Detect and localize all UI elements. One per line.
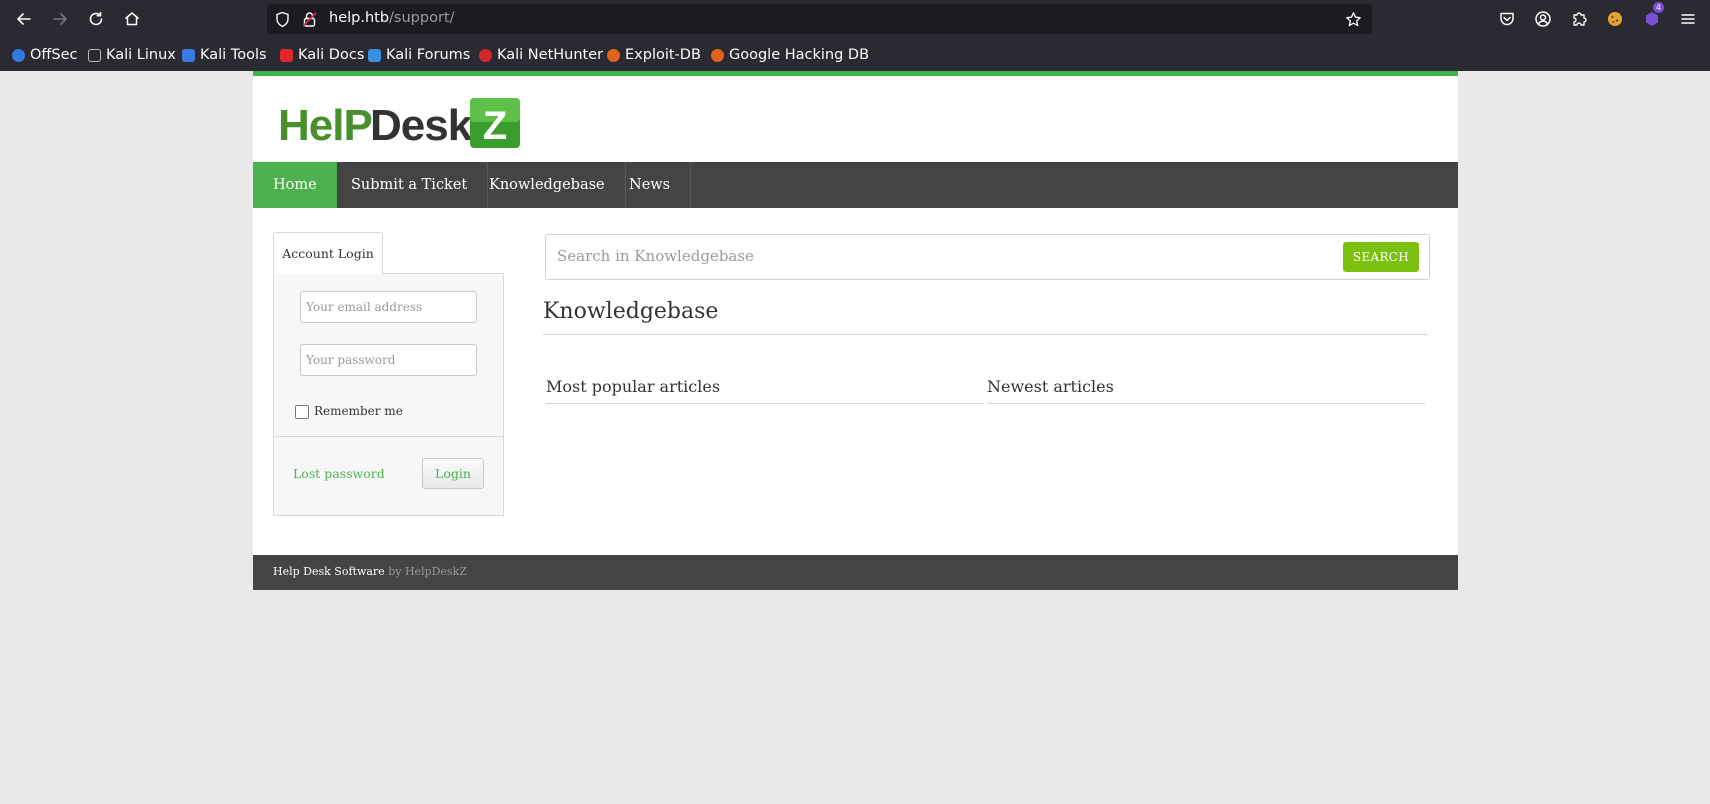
search-button[interactable]: SEARCH [1343,242,1419,272]
bookmark-kali-linux[interactable]: Kali Linux [88,45,176,65]
svg-text:Desk: Desk [370,101,473,150]
account-button[interactable] [1531,7,1555,31]
login-panel: Your email address Your password Remembe… [273,273,504,516]
bookmark-label: Google Hacking DB [729,47,870,63]
home-button[interactable] [120,7,144,31]
bookmark-label: Kali Docs [298,47,365,63]
url-path: /support/ [389,10,455,26]
forward-button[interactable] [48,7,72,31]
shield-icon[interactable] [274,11,291,28]
bookmarks-toolbar: OffSec Kali Linux Kali Tools Kali Docs K… [0,39,1710,71]
page-title: Knowledgebase [543,299,719,324]
lock-icon[interactable] [301,11,318,28]
remember-me-checkbox[interactable] [295,405,309,419]
url-text[interactable]: help.htb/support/ [329,10,455,26]
exploit-db-icon [607,48,620,62]
arrow-left-icon [17,13,31,25]
bookmark-label: Kali Linux [106,47,176,63]
extension-badge-button[interactable]: 4 [1640,2,1664,31]
pocket-icon [1500,12,1514,26]
panel-divider [274,436,503,437]
popular-articles-heading: Most popular articles [546,377,721,396]
puzzle-icon [1573,12,1587,26]
bookmark-label: Exploit-DB [625,47,701,63]
newest-divider [987,403,1425,404]
url-host: help.htb [329,10,390,26]
bookmark-kali-docs[interactable]: Kali Docs [280,45,364,65]
footer-software[interactable]: Help Desk Software [273,565,385,578]
bookmark-kali-tools[interactable]: Kali Tools [182,45,267,65]
title-divider [543,334,1428,335]
nav-home[interactable]: Home [253,162,337,208]
helpdeskz-logo[interactable]: HelP Desk Z [278,96,528,152]
browser-toolbar: help.htb/support/ 4 [0,0,1710,39]
bookmark-google-hacking-db[interactable]: Google Hacking DB [711,45,869,65]
address-bar[interactable]: help.htb/support/ [267,4,1372,34]
password-field[interactable]: Your password [300,344,477,376]
bookmark-offsec[interactable]: OffSec [12,45,78,65]
svg-text:Z: Z [483,104,507,148]
home-icon [125,12,139,26]
extensions-button[interactable] [1567,7,1591,31]
nethunter-icon [479,48,492,62]
menu-button[interactable] [1676,7,1700,31]
nav-knowledgebase[interactable]: Knowledgebase [469,162,626,208]
bookmark-exploit-db[interactable]: Exploit-DB [607,45,701,65]
bookmark-kali-nethunter[interactable]: Kali NetHunter [479,45,603,65]
footer-text: Help Desk Software by HelpDeskZ [273,565,467,578]
bookmark-label: Kali NetHunter [497,47,604,63]
main-nav: Home Submit a Ticket Knowledgebase News [253,162,1458,208]
bookmark-kali-forums[interactable]: Kali Forums [368,45,470,65]
extension-badge: 4 [1653,2,1664,13]
kali-docs-icon [280,48,293,62]
cookie-extension-button[interactable] [1603,7,1627,31]
helpdeskz-logo-image: HelP Desk Z [278,98,520,150]
bookmark-label: OffSec [30,47,78,63]
page-container: HelP Desk Z Home Submit a Ticket Knowled… [253,71,1458,590]
nav-submit-ticket[interactable]: Submit a Ticket [331,162,489,208]
cookie-icon [1608,12,1622,26]
newest-articles-heading: Newest articles [987,377,1114,396]
account-icon [1535,11,1551,27]
kb-search-input[interactable]: Search in Knowledgebase [557,247,754,265]
ghdb-icon [711,48,724,62]
svg-text:HelP: HelP [278,101,372,150]
star-icon[interactable] [1345,11,1362,28]
tab-account-login[interactable]: Account Login [273,232,383,274]
bookmark-label: Kali Tools [200,47,267,63]
pocket-button[interactable] [1495,7,1519,31]
footer-by[interactable]: by HelpDeskZ [388,565,467,578]
lost-password-link[interactable]: Lost password [293,466,385,481]
arrow-right-icon [53,13,67,25]
kali-tools-icon [182,48,195,62]
hamburger-icon [1681,14,1695,24]
remember-me-label[interactable]: Remember me [314,404,403,418]
login-button[interactable]: Login [422,458,484,489]
reload-button[interactable] [84,7,108,31]
kali-forums-icon [368,48,381,62]
kali-dragon-icon [88,48,101,62]
email-field[interactable]: Your email address [300,291,477,323]
back-button[interactable] [12,7,36,31]
footer: Help Desk Software by HelpDeskZ [253,555,1458,590]
reload-icon [89,11,103,26]
offsec-icon [12,48,25,62]
popular-divider [546,403,984,404]
bookmark-label: Kali Forums [386,47,471,63]
nav-news[interactable]: News [609,162,692,208]
kb-search-box: Search in Knowledgebase SEARCH [545,234,1430,280]
